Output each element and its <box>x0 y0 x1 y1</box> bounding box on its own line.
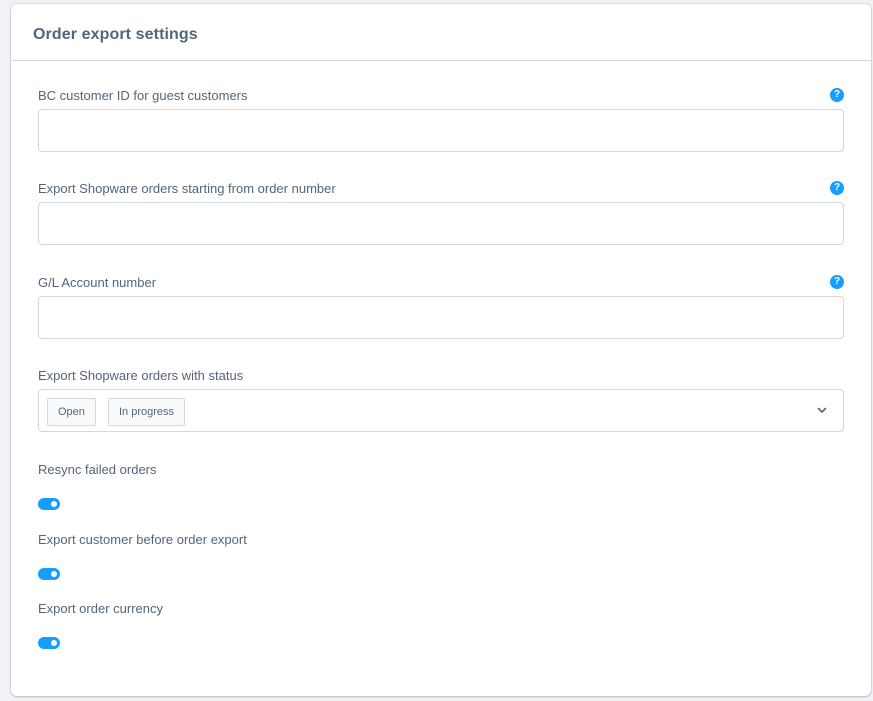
gl-account-label: G/L Account number <box>38 275 157 290</box>
guest-customer-id-label: BC customer ID for guest customers <box>38 88 248 103</box>
chevron-down-icon[interactable] <box>815 403 829 417</box>
gl-account-input[interactable] <box>38 296 844 339</box>
guest-customer-id-field: BC customer ID for guest customers ? <box>38 88 844 152</box>
start-order-number-field: Export Shopware orders starting from ord… <box>38 181 844 245</box>
export-customer-label: Export customer before order export <box>38 532 247 547</box>
resync-failed-orders-label: Resync failed orders <box>38 462 157 477</box>
guest-customer-id-input[interactable] <box>38 109 844 152</box>
export-order-currency-toggle[interactable] <box>38 637 60 649</box>
help-icon[interactable]: ? <box>830 275 844 289</box>
export-customer-toggle[interactable] <box>38 568 60 580</box>
resync-failed-orders-toggle[interactable] <box>38 498 60 510</box>
export-customer-setting: Export customer before order export <box>38 532 844 582</box>
order-status-label: Export Shopware orders with status <box>38 368 244 383</box>
toggle-knob <box>51 571 57 577</box>
help-icon[interactable]: ? <box>830 88 844 102</box>
status-chip-in-progress[interactable]: In progress <box>108 398 186 426</box>
export-order-currency-setting: Export order currency <box>38 601 844 651</box>
export-order-currency-label: Export order currency <box>38 601 163 616</box>
order-export-settings-card: Order export settings BC customer ID for… <box>11 4 871 696</box>
order-status-select[interactable]: Open In progress <box>38 389 844 432</box>
gl-account-field: G/L Account number ? <box>38 275 844 339</box>
start-order-number-label: Export Shopware orders starting from ord… <box>38 181 336 196</box>
order-status-field: Export Shopware orders with status Open … <box>38 368 844 432</box>
resync-failed-orders-setting: Resync failed orders <box>38 462 844 512</box>
toggle-knob <box>51 640 57 646</box>
card-title: Order export settings <box>33 26 198 43</box>
toggle-knob <box>51 501 57 507</box>
card-header: Order export settings <box>11 4 871 61</box>
help-icon[interactable]: ? <box>830 181 844 195</box>
status-chip-open[interactable]: Open <box>47 398 96 426</box>
start-order-number-input[interactable] <box>38 202 844 245</box>
